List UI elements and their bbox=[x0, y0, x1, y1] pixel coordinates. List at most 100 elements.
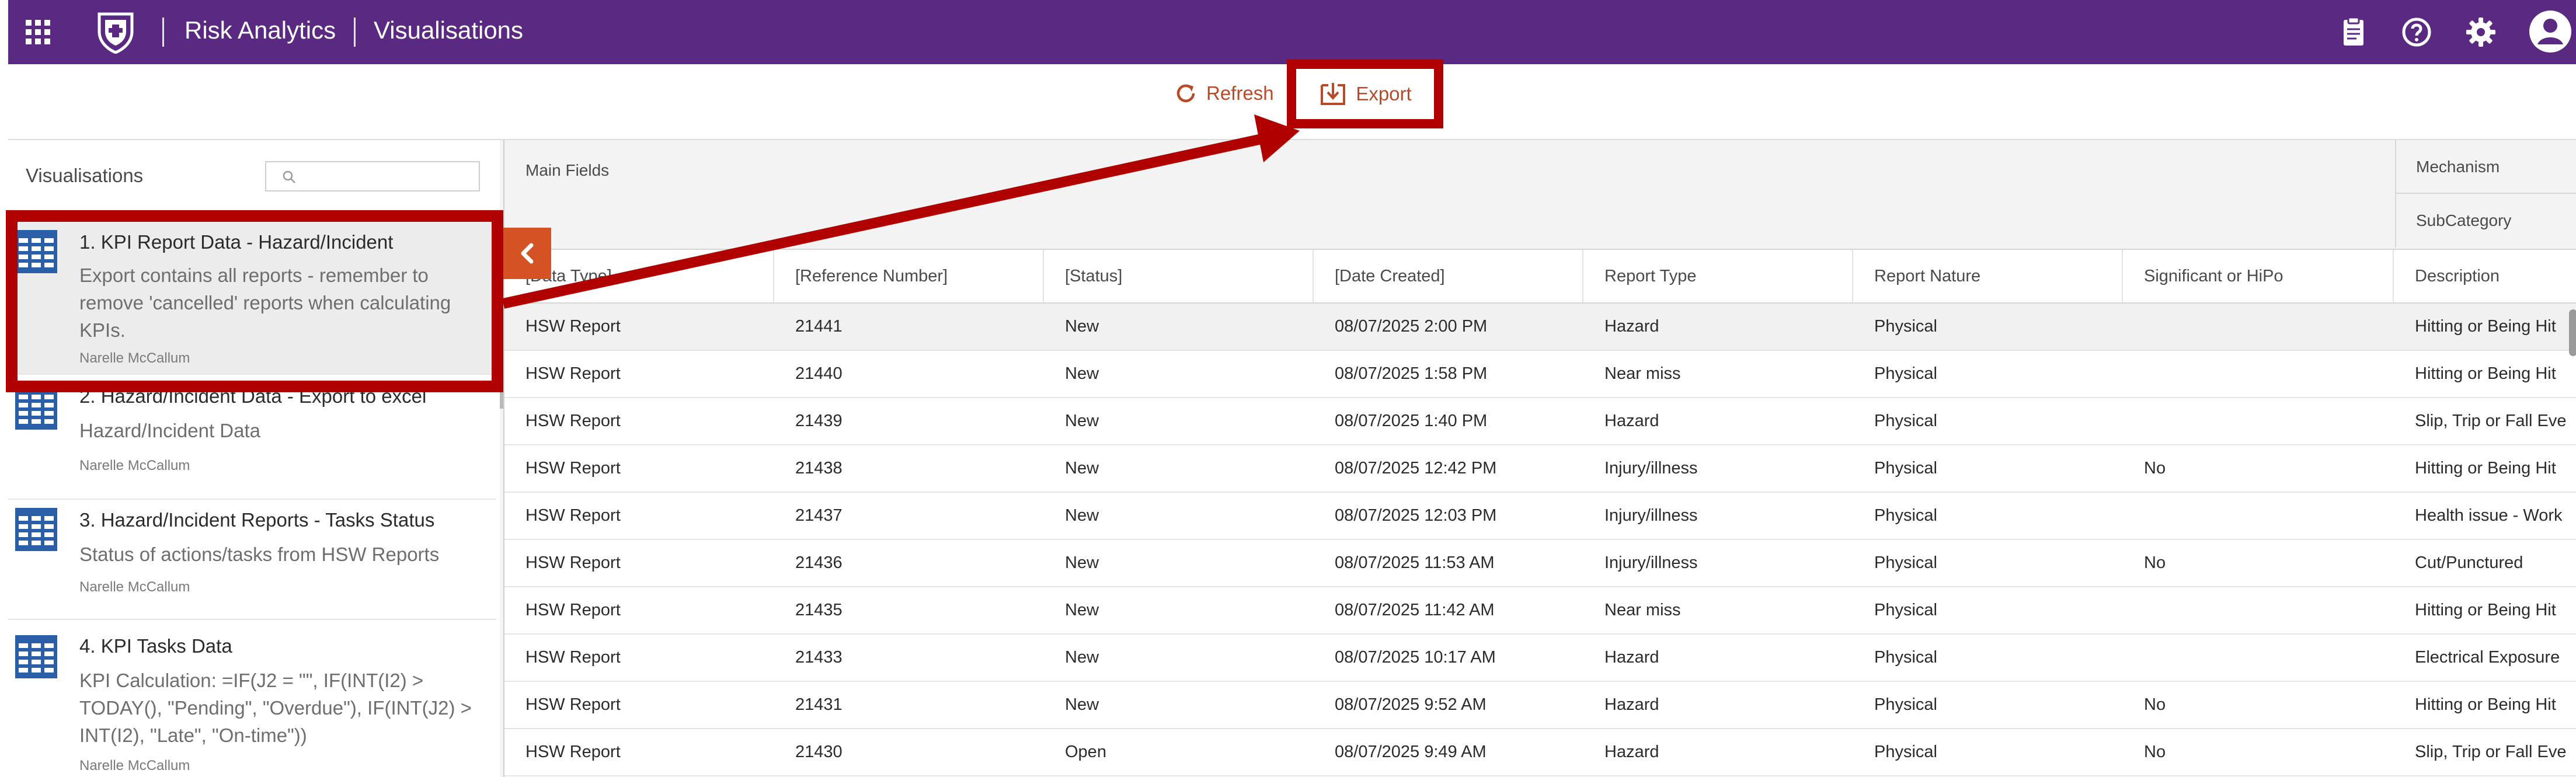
pivot-main-fields[interactable]: Main Fields bbox=[525, 161, 609, 180]
data-grid: Main Fields Mechanism SubCategory [Data … bbox=[503, 140, 2576, 777]
table-cell: Physical bbox=[1874, 601, 1937, 619]
table-cell bbox=[2123, 493, 2394, 539]
list-item-description: Hazard/Incident Data bbox=[79, 420, 261, 441]
account-icon[interactable] bbox=[2527, 8, 2574, 55]
table-cell: HSW Report bbox=[525, 695, 621, 714]
table-cell: Physical bbox=[1874, 459, 1937, 478]
refresh-button[interactable]: Refresh bbox=[1174, 75, 1274, 112]
table-cell: Hazard bbox=[1604, 317, 1659, 336]
table-cell bbox=[2123, 351, 2394, 397]
table-cell: 08/07/2025 1:40 PM bbox=[1335, 412, 1488, 430]
refresh-icon bbox=[1176, 84, 1195, 103]
export-icon bbox=[1321, 83, 1346, 105]
table-cell: New bbox=[1065, 648, 1099, 667]
crest-logo bbox=[98, 12, 134, 54]
table-cell: No bbox=[2144, 459, 2166, 478]
app-brand[interactable]: Risk Analytics bbox=[185, 16, 336, 44]
list-item[interactable]: 4. KPI Tasks Data KPI Calculation: =IF(J… bbox=[8, 620, 496, 777]
table-row[interactable]: HSW Report 21433 New 08/07/2025 10:17 AM Haz… bbox=[504, 635, 2576, 682]
table-row[interactable]: HSW Report 21438 New 08/07/2025 12:42 PM Inj… bbox=[504, 445, 2576, 493]
collapse-panel-button[interactable] bbox=[503, 228, 551, 279]
export-button[interactable]: Export bbox=[1287, 60, 1443, 128]
table-cell: No bbox=[2144, 695, 2166, 714]
list-item[interactable]: 3. Hazard/Incident Reports - Tasks Statu… bbox=[8, 500, 496, 620]
search-icon bbox=[283, 170, 295, 183]
table-cell: Physical bbox=[1874, 412, 1937, 430]
table-cell: Hitting or Being Hit bbox=[2415, 317, 2556, 336]
column-header[interactable]: Report Type bbox=[1583, 250, 1853, 302]
table-cell: Open bbox=[1065, 743, 1106, 761]
pivot-mechanism[interactable]: Mechanism bbox=[2395, 140, 2576, 194]
table-cell bbox=[2123, 398, 2394, 444]
table-cell: Hazard bbox=[1604, 743, 1659, 761]
help-icon[interactable] bbox=[2399, 14, 2435, 50]
top-bar: Risk Analytics Visualisations bbox=[8, 0, 2576, 64]
table-row[interactable]: HSW Report 21436 New 08/07/2025 11:53 AM Inj… bbox=[504, 540, 2576, 587]
table-cell: 08/07/2025 11:53 AM bbox=[1335, 553, 1495, 572]
table-cell: 21433 bbox=[795, 648, 843, 667]
refresh-label: Refresh bbox=[1206, 82, 1274, 104]
table-cell: Hazard bbox=[1604, 648, 1659, 667]
table-cell: Physical bbox=[1874, 648, 1937, 667]
clipboard-icon[interactable] bbox=[2335, 14, 2372, 50]
table-cell: 21431 bbox=[795, 695, 843, 714]
table-row[interactable]: HSW Report 21441 New 08/07/2025 2:00 PM Haza… bbox=[504, 304, 2576, 351]
pivot-subcategory[interactable]: SubCategory bbox=[2395, 194, 2576, 248]
column-header[interactable]: [Date Created] bbox=[1314, 250, 1583, 302]
column-header[interactable]: [Status] bbox=[1044, 250, 1314, 302]
list-item[interactable]: 2. Hazard/Incident Data - Export to exce… bbox=[8, 385, 496, 500]
table-cell: Health issue - Work bbox=[2415, 506, 2563, 525]
table-cell: Physical bbox=[1874, 364, 1937, 383]
table-cell: Hitting or Being Hit bbox=[2415, 364, 2556, 383]
column-header[interactable]: Significant or HiPo bbox=[2123, 250, 2394, 302]
search-input[interactable] bbox=[265, 161, 480, 191]
table-cell: 08/07/2025 11:42 AM bbox=[1335, 601, 1495, 619]
table-cell: Physical bbox=[1874, 317, 1937, 336]
list-item-title: 4. KPI Tasks Data bbox=[79, 635, 232, 657]
table-cell: HSW Report bbox=[525, 553, 621, 572]
table-cell: 21440 bbox=[795, 364, 843, 383]
column-header[interactable]: [Reference Number] bbox=[774, 250, 1044, 302]
table-row[interactable]: HSW Report 21439 New 08/07/2025 1:40 PM Haza… bbox=[504, 398, 2576, 445]
table-cell: 08/07/2025 12:03 PM bbox=[1335, 506, 1497, 525]
table-cell: Physical bbox=[1874, 743, 1937, 761]
table-row[interactable]: HSW Report 21437 New 08/07/2025 12:03 PM Inj… bbox=[504, 493, 2576, 540]
app-launcher-icon[interactable] bbox=[26, 20, 50, 44]
grid-scrollbar-thumb[interactable] bbox=[2569, 309, 2576, 356]
table-cell: Hitting or Being Hit bbox=[2415, 695, 2556, 714]
header-row: [Data Type] [Reference Number] [Status] … bbox=[504, 250, 2576, 304]
table-row[interactable]: HSW Report 21440 New 08/07/2025 1:58 PM Near… bbox=[504, 351, 2576, 398]
column-header[interactable]: Description bbox=[2394, 250, 2576, 302]
table-cell: 08/07/2025 10:17 AM bbox=[1335, 648, 1496, 667]
table-row[interactable]: HSW Report 21435 New 08/07/2025 11:42 AM Nea… bbox=[504, 587, 2576, 635]
page-title: Visualisations bbox=[374, 16, 524, 44]
table-cell: New bbox=[1065, 506, 1099, 525]
table-row[interactable]: HSW Report 21430 Open 08/07/2025 9:49 AM Haz… bbox=[504, 729, 2576, 776]
pivot-subcategory-label: SubCategory bbox=[2416, 211, 2512, 229]
settings-icon[interactable] bbox=[2463, 14, 2499, 50]
table-cell: Near miss bbox=[1604, 601, 1681, 619]
table-cell: HSW Report bbox=[525, 317, 621, 336]
pivot-mechanism-label: Mechanism bbox=[2416, 158, 2500, 176]
table-cell: New bbox=[1065, 317, 1099, 336]
table-row[interactable]: HSW Report 21431 New 08/07/2025 9:52 AM Haza… bbox=[504, 682, 2576, 729]
list-item-author: Narelle McCallum bbox=[79, 579, 190, 595]
table-cell: Hitting or Being Hit bbox=[2415, 601, 2556, 619]
table-cell: 21438 bbox=[795, 459, 843, 478]
column-header[interactable]: Report Nature bbox=[1853, 250, 2123, 302]
table-cell bbox=[2123, 304, 2394, 350]
table-cell: HSW Report bbox=[525, 506, 621, 525]
table-cell: 21439 bbox=[795, 412, 843, 430]
table-cell: Hazard bbox=[1604, 412, 1659, 430]
table-cell: Injury/illness bbox=[1604, 459, 1698, 478]
table-cell: 08/07/2025 1:58 PM bbox=[1335, 364, 1488, 383]
table-cell: 08/07/2025 9:49 AM bbox=[1335, 743, 1487, 761]
export-label: Export bbox=[1356, 83, 1412, 104]
table-cell: 21441 bbox=[795, 317, 843, 336]
table-cell: New bbox=[1065, 553, 1099, 572]
list-item-description: KPI Calculation: =IF(J2 = "", IF(INT(I2)… bbox=[79, 670, 472, 746]
table-cell: Slip, Trip or Fall Eve bbox=[2415, 743, 2567, 761]
table-cell: HSW Report bbox=[525, 412, 621, 430]
list-item-author: Narelle McCallum bbox=[79, 458, 190, 473]
annotation-highlight bbox=[6, 210, 503, 392]
